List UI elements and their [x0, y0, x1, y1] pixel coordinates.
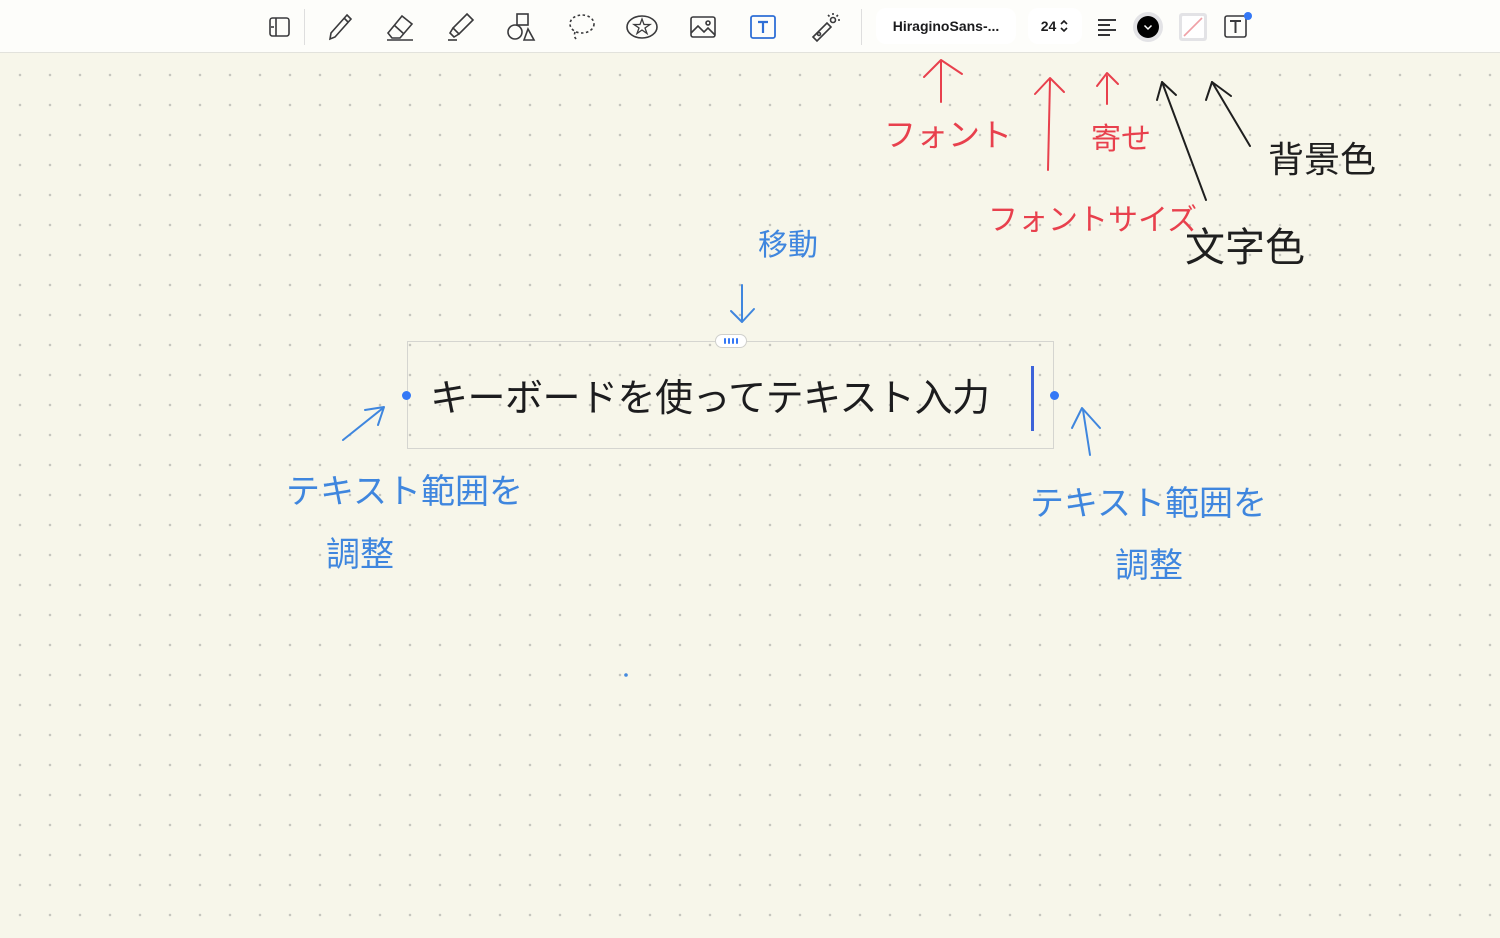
annotation-align: 寄せ [1091, 122, 1151, 157]
laser-pointer-icon[interactable] [804, 8, 844, 46]
text-style-icon[interactable] [1217, 8, 1257, 46]
chevron-updown-icon [1060, 19, 1068, 33]
annotation-font-size: フォントサイズ [988, 203, 1198, 238]
font-family-selector[interactable]: HiraginoSans-... [876, 8, 1016, 44]
annotation-adjust-right-line2: 調整 [1115, 546, 1183, 586]
toolbar-divider [304, 9, 305, 45]
annotation-font: フォント [884, 116, 1013, 154]
annotation-adjust-left-line1: テキスト範囲を [286, 472, 523, 512]
text-tool-icon[interactable] [743, 8, 783, 46]
right-resize-handle[interactable] [1050, 391, 1059, 400]
sidebar-toggle-icon[interactable] [259, 8, 299, 46]
text-color-swatch[interactable] [1128, 8, 1168, 46]
annotation-adjust-right-line1: テキスト範囲を [1030, 484, 1267, 524]
note-canvas[interactable] [0, 53, 1500, 938]
text-align-icon[interactable] [1087, 8, 1127, 46]
pen-icon[interactable] [320, 8, 360, 46]
annotation-background-color: 背景色 [1268, 140, 1377, 181]
left-resize-handle[interactable] [402, 391, 411, 400]
annotation-move: 移動 [758, 228, 818, 263]
font-size-value: 24 [1040, 18, 1057, 34]
lasso-icon[interactable] [562, 8, 602, 46]
font-size-selector[interactable]: 24 [1028, 8, 1082, 44]
eraser-icon[interactable] [380, 8, 420, 46]
annotation-adjust-left-line2: 調整 [326, 535, 394, 575]
text-box[interactable]: キーボードを使ってテキスト入力 [407, 341, 1054, 449]
text-box-content[interactable]: キーボードを使ってテキスト入力 [430, 367, 990, 422]
highlighter-icon[interactable] [440, 8, 480, 46]
annotation-text-color: 文字色 [1185, 225, 1305, 271]
sticker-icon[interactable] [622, 8, 662, 46]
font-family-label: HiraginoSans-... [892, 18, 1000, 34]
text-cursor [1031, 366, 1034, 431]
background-color-swatch[interactable] [1173, 8, 1213, 46]
image-icon[interactable] [683, 8, 723, 46]
toolbar-divider [861, 9, 862, 45]
shapes-icon[interactable] [501, 8, 541, 46]
toolbar: HiraginoSans-... 24 [0, 0, 1500, 53]
move-handle[interactable] [715, 334, 747, 348]
